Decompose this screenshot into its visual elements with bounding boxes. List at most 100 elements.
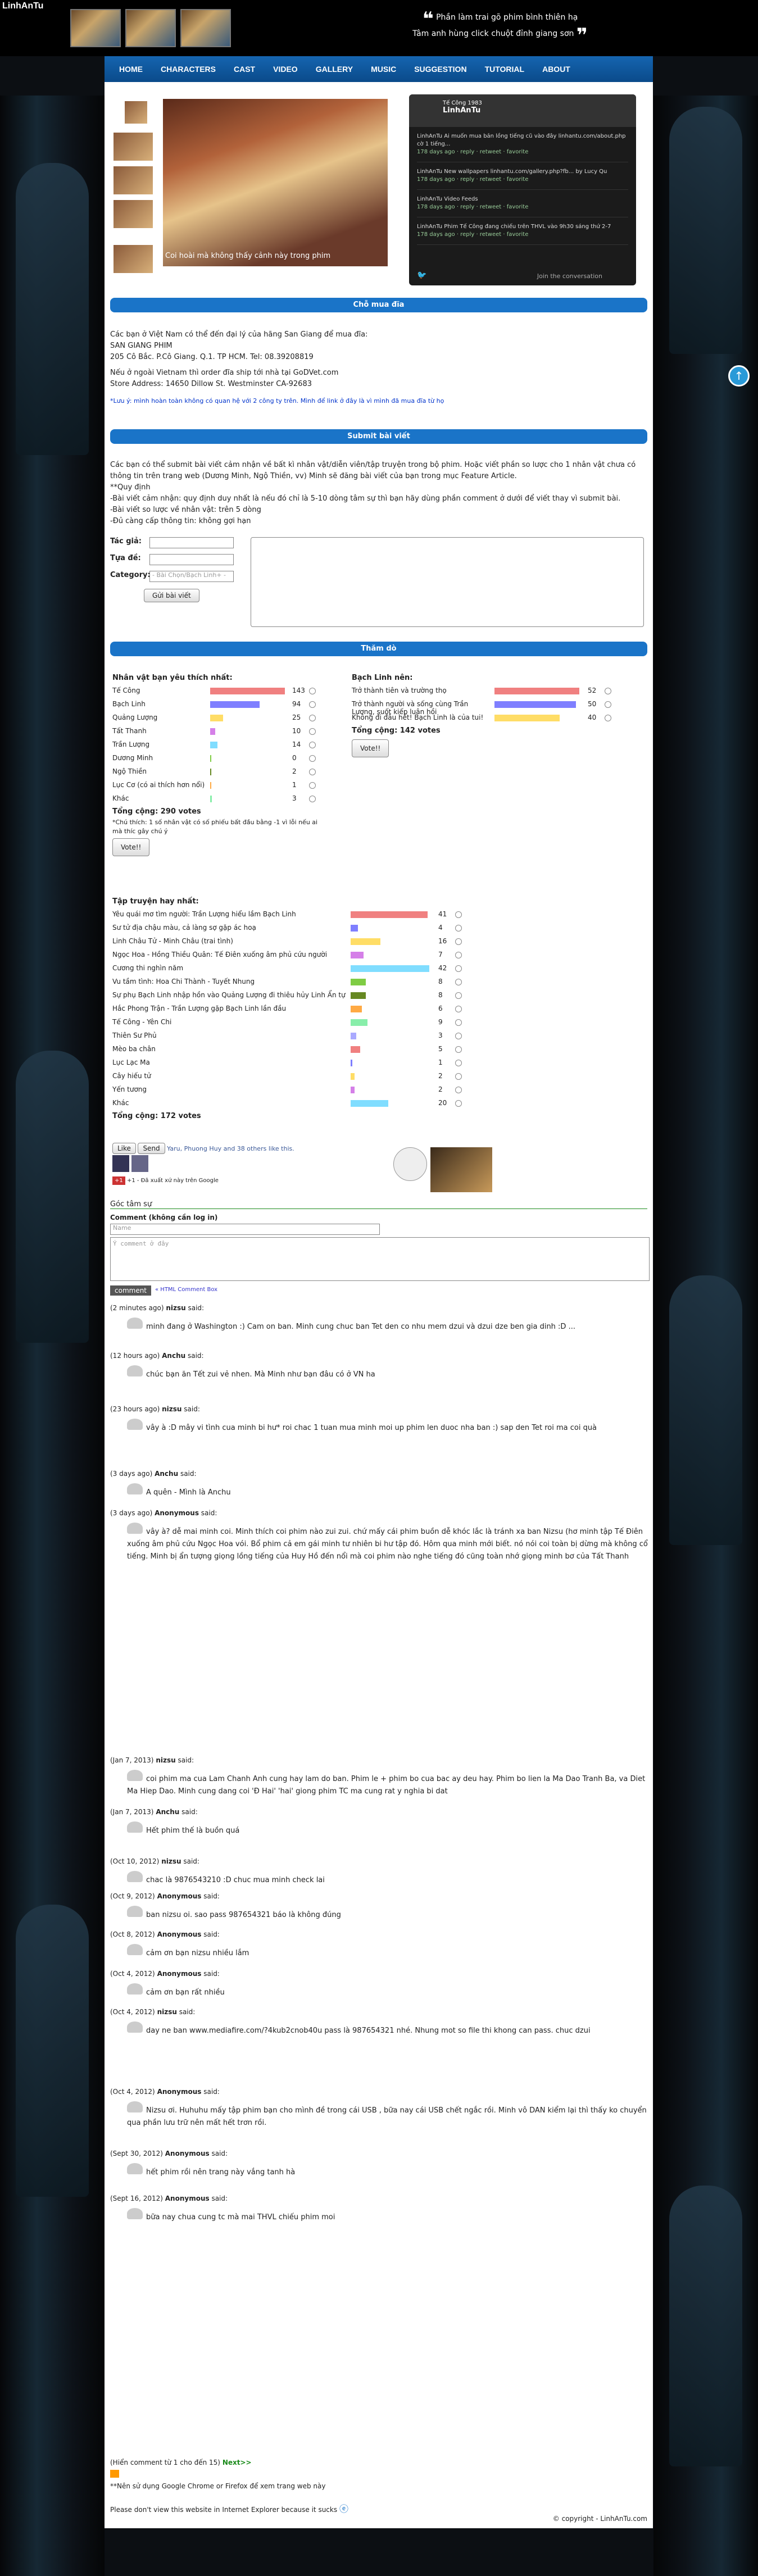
left-figure-art [16, 163, 89, 455]
send-button[interactable]: Send [138, 1143, 165, 1154]
promo-bubble-image [393, 1147, 427, 1181]
gallery-main-image[interactable] [163, 99, 388, 266]
poll-radio[interactable] [605, 701, 611, 708]
category-select[interactable]: - Bài Chọn/Bạch Linh+ - [149, 571, 234, 582]
poll-radio[interactable] [309, 728, 316, 735]
header-thumbnail[interactable] [180, 9, 231, 47]
gallery-thumb[interactable] [114, 133, 153, 161]
poll-option: Trần Lượng 14 [112, 738, 348, 752]
poll-radio[interactable] [309, 755, 316, 762]
tweet-meta[interactable]: 178 days ago · reply · retweet · favorit… [417, 149, 528, 155]
poll-radio[interactable] [309, 769, 316, 775]
gallery-thumb[interactable] [114, 200, 153, 228]
ie-note: Please don't view this website in Intern… [110, 2501, 348, 2515]
poll-radio[interactable] [455, 1006, 462, 1012]
vote-button[interactable]: Vote!! [352, 739, 389, 757]
twitter-join[interactable]: Join the conversation [537, 272, 602, 280]
poll-radio[interactable] [309, 796, 316, 802]
nav-music[interactable]: MUSIC [362, 56, 405, 82]
site-logo[interactable]: LinhAnTu [2, 1, 43, 11]
poll-option-label: Bạch Linh [112, 700, 146, 708]
avatar[interactable] [131, 1155, 148, 1172]
gallery-thumb[interactable] [114, 245, 153, 273]
poll-radio[interactable] [605, 715, 611, 721]
poll-option: Ngộ Thiền 2 [112, 765, 348, 779]
poll-radio[interactable] [455, 1046, 462, 1053]
scroll-top-icon[interactable]: ↑ [728, 365, 750, 387]
poll-radio[interactable] [455, 1019, 462, 1026]
poll-radio[interactable] [455, 965, 462, 972]
nav-suggestion[interactable]: SUGGESTION [405, 56, 475, 82]
rss-icon[interactable] [110, 2470, 119, 2478]
comment-text: Hết phim thế là buồn quá [146, 1827, 240, 1835]
poll-count: 94 [292, 700, 301, 708]
poll-bar [210, 782, 211, 789]
comment-text: bữa nay chua cung tc mà mai THVL chiếu p… [146, 2213, 335, 2221]
comment-help-link[interactable]: « HTML Comment Box [155, 1287, 217, 1293]
nav-about[interactable]: ABOUT [533, 56, 579, 82]
nav-characters[interactable]: CHARACTERS [152, 56, 225, 82]
comment-pager: (Hiển comment từ 1 cho đến 15) Next>> [110, 2459, 252, 2466]
send-article-button[interactable]: Gửi bài viết [144, 589, 199, 602]
nav-tutorial[interactable]: TUTORIAL [476, 56, 534, 82]
poll-radio[interactable] [455, 1033, 462, 1039]
like-button[interactable]: Like [112, 1143, 136, 1154]
vote-button[interactable]: Vote!! [112, 838, 150, 856]
tweet-meta[interactable]: 178 days ago · reply · retweet · favorit… [417, 204, 528, 210]
avatar[interactable] [112, 1155, 129, 1172]
poll-radio[interactable] [309, 701, 316, 708]
left-figure-art [16, 1051, 89, 1343]
poll-option: Thiên Sư Phủ 3 [112, 1029, 506, 1043]
header-thumbnail[interactable] [70, 9, 121, 47]
pager-text: (Hiển comment từ 1 cho đến 15) [110, 2459, 220, 2466]
nav-video[interactable]: VIDEO [264, 56, 307, 82]
right-background-art [653, 96, 758, 2576]
poll-option-label: Quảng Lượng [112, 714, 158, 721]
comment-author: nizsu [157, 2008, 177, 2016]
author-input[interactable] [149, 537, 234, 548]
poll-radio[interactable] [455, 1060, 462, 1066]
speech-bubble-icon [127, 1983, 143, 1995]
nav-cast[interactable]: CAST [225, 56, 264, 82]
next-page-link[interactable]: Next>> [223, 2459, 252, 2466]
nav-gallery[interactable]: GALLERY [307, 56, 362, 82]
poll-radio[interactable] [455, 1100, 462, 1107]
title-input[interactable] [149, 554, 234, 565]
poll-radio[interactable] [605, 688, 611, 694]
poll-radio[interactable] [455, 1087, 462, 1093]
poll-radio[interactable] [309, 688, 316, 694]
tweet-meta[interactable]: 178 days ago · reply · retweet · favorit… [417, 176, 528, 183]
poll-radio[interactable] [455, 911, 462, 918]
comment-text: vây à :D mây vi tình cua minh bi hư* roi… [146, 1424, 597, 1432]
twitter-name[interactable]: LinhAnTu [443, 106, 636, 115]
article-textarea[interactable] [251, 537, 644, 627]
poll-radio[interactable] [309, 782, 316, 789]
poll-radio[interactable] [455, 1073, 462, 1080]
comment-button[interactable]: comment [110, 1285, 152, 1296]
comment-item: (Oct 8, 2012) Anonymous said: cảm ơn bạn … [110, 1930, 249, 1957]
header-thumbnail[interactable] [125, 9, 176, 47]
poll-radio[interactable] [455, 979, 462, 985]
poll-total: Tổng cộng: 142 votes [352, 726, 441, 735]
gallery-thumb[interactable] [125, 101, 147, 124]
comment-text: Nizsu ơi. Huhuhu mấy tập phim bạn cho mì… [127, 2106, 647, 2127]
poll-radio[interactable] [455, 925, 462, 932]
right-figure-art [669, 1275, 742, 1545]
poll-radio[interactable] [309, 715, 316, 721]
nav-home[interactable]: HOME [110, 56, 152, 82]
poll-radio[interactable] [455, 992, 462, 999]
left-background-art [0, 96, 105, 2576]
comment-textarea[interactable]: Ý comment ở đây [110, 1237, 650, 1281]
poll-option: Yêu quái mơ tìm người: Trần Lượng hiểu l… [112, 908, 506, 921]
poll-radio[interactable] [309, 742, 316, 748]
poll-radio[interactable] [455, 952, 462, 958]
poll-radio[interactable] [455, 938, 462, 945]
gplus-button[interactable]: +1 [112, 1176, 125, 1185]
tweet-meta[interactable]: 178 days ago · reply · retweet · favorit… [417, 231, 528, 238]
name-input[interactable]: Name [110, 1224, 380, 1235]
buy-text: Store Address: 14650 Dillow St. Westmins… [110, 380, 312, 388]
comment-date: (Jan 7, 2013) [110, 1756, 154, 1764]
promo-image[interactable] [430, 1147, 492, 1192]
gallery-thumb[interactable] [114, 166, 153, 194]
poll-option-label: Hắc Phong Trận - Trần Lượng gặp Bạch Lin… [112, 1005, 287, 1012]
